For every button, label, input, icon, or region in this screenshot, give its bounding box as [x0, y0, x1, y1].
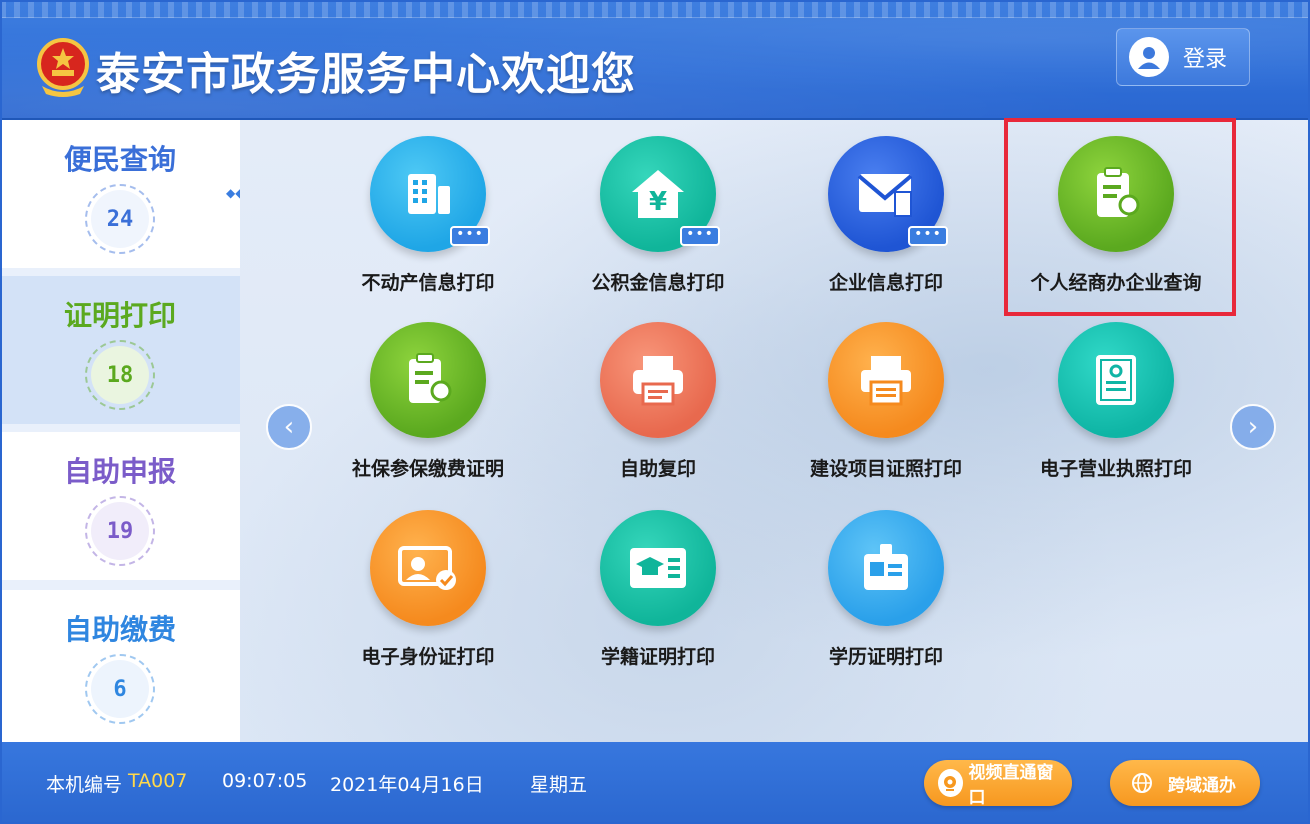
service-label: 不动产信息打印 [361, 272, 495, 294]
video-window-button[interactable]: 视频直通窗口 [924, 760, 1072, 808]
national-emblem-icon [37, 38, 89, 97]
page-title: 泰安市政务服务中心欢迎您 [96, 49, 636, 100]
sidebar-item-count: 6 [85, 654, 155, 724]
service-label: 公积金信息打印 [591, 272, 725, 294]
sidebar-item-label: 便民查询 [63, 143, 176, 176]
service-label: 社保参保缴费证明 [351, 458, 504, 480]
sidebar-item-self-declaration[interactable]: 自助申报 19 [0, 432, 240, 580]
status-bar: 本机编号 TA007 09:07:05 2021年04月16日 星期五 视频直通… [0, 742, 1310, 824]
current-weekday: 星期五 [530, 774, 588, 796]
service-label: 学历证明打印 [828, 646, 943, 668]
service-label: 学籍证明打印 [600, 646, 715, 668]
service-icon-circle [600, 510, 716, 626]
graduation-card-icon [630, 548, 686, 588]
id-card-icon [398, 546, 456, 590]
sidebar-item-label: 证明打印 [63, 299, 176, 332]
more-options-icon: ••• [908, 226, 948, 246]
service-label: 自助复印 [619, 458, 696, 480]
service-icon-circle [828, 322, 944, 438]
machine-id: TA007 [128, 770, 188, 792]
building-icon [408, 174, 450, 214]
badge-card-icon [864, 544, 908, 590]
service-icon-circle: ••• [370, 136, 490, 252]
service-icon-circle: ¥ ••• [600, 136, 720, 252]
current-time: 09:07:05 [222, 770, 308, 792]
highlight-box [1004, 118, 1236, 316]
service-label: 电子营业执照打印 [1039, 458, 1192, 480]
cross-region-button[interactable]: 跨域通办 [1110, 760, 1260, 806]
login-label: 登录 [1183, 47, 1228, 72]
sidebar-item-count: 24 [85, 184, 155, 254]
service-enterprise-info-print[interactable]: ••• 企业信息打印 [776, 120, 996, 300]
service-education-cert-print[interactable]: 学历证明打印 [776, 494, 996, 674]
sidebar-item-count: 19 [85, 496, 155, 566]
machine-label: 本机编号 [46, 774, 123, 796]
service-icon-circle [600, 322, 716, 438]
svg-text:¥: ¥ [649, 187, 667, 217]
certificate-clipboard-icon [409, 353, 452, 403]
service-housing-fund-print[interactable]: ¥ ••• 公积金信息打印 [548, 120, 768, 300]
service-icon-circle: ••• [828, 136, 948, 252]
license-icon [1096, 355, 1136, 405]
service-construction-license-print[interactable]: 建设项目证照打印 [776, 306, 996, 486]
login-button[interactable]: 登录 [1116, 28, 1250, 86]
service-student-status-print[interactable]: 学籍证明打印 [548, 494, 768, 674]
more-options-icon: ••• [450, 226, 490, 246]
header-pattern [0, 0, 1310, 18]
sidebar-item-label: 自助缴费 [63, 613, 176, 646]
cross-region-label: 跨域通办 [1168, 775, 1236, 796]
globe-icon [1128, 769, 1156, 797]
video-window-label: 视频直通窗口 [968, 763, 1054, 808]
service-label: 企业信息打印 [828, 272, 943, 294]
category-sidebar: 便民查询 24 证明打印 18 自助申报 19 自助缴费 6 [0, 120, 240, 742]
sidebar-item-count: 18 [85, 340, 155, 410]
service-icon-circle [828, 510, 944, 626]
video-camera-icon [938, 769, 963, 797]
yuan-house-icon: ¥ [632, 170, 684, 218]
service-label: 电子身份证打印 [361, 646, 495, 668]
current-date: 2021年04月16日 [330, 774, 484, 796]
sidebar-item-self-payment[interactable]: 自助缴费 6 [0, 590, 240, 742]
next-page-button[interactable]: › [1230, 404, 1276, 450]
previous-page-button[interactable]: ‹ [266, 404, 312, 450]
sidebar-item-certificate-print[interactable]: 证明打印 18 [0, 276, 240, 424]
sidebar-item-label: 自助申报 [63, 455, 176, 488]
service-self-copy[interactable]: 自助复印 [548, 306, 768, 486]
mail-building-icon [857, 174, 913, 217]
user-avatar-icon [1129, 37, 1169, 77]
service-real-estate-print[interactable]: ••• 不动产信息打印 [318, 120, 538, 300]
service-icon-circle [370, 510, 486, 626]
service-icon-circle [370, 322, 486, 438]
printer-icon [633, 356, 683, 406]
printer-icon [861, 356, 911, 406]
service-icon-circle [1058, 322, 1174, 438]
service-social-security-cert[interactable]: 社保参保缴费证明 [318, 306, 538, 486]
service-e-id-card-print[interactable]: 电子身份证打印 [318, 494, 538, 674]
sidebar-item-convenience-query[interactable]: 便民查询 24 [0, 120, 240, 268]
service-label: 建设项目证照打印 [809, 458, 962, 480]
more-options-icon: ••• [680, 226, 720, 246]
header-bar: 泰安市政务服务中心欢迎您 登录 [0, 0, 1310, 120]
service-e-business-license-print[interactable]: 电子营业执照打印 [1006, 306, 1226, 486]
